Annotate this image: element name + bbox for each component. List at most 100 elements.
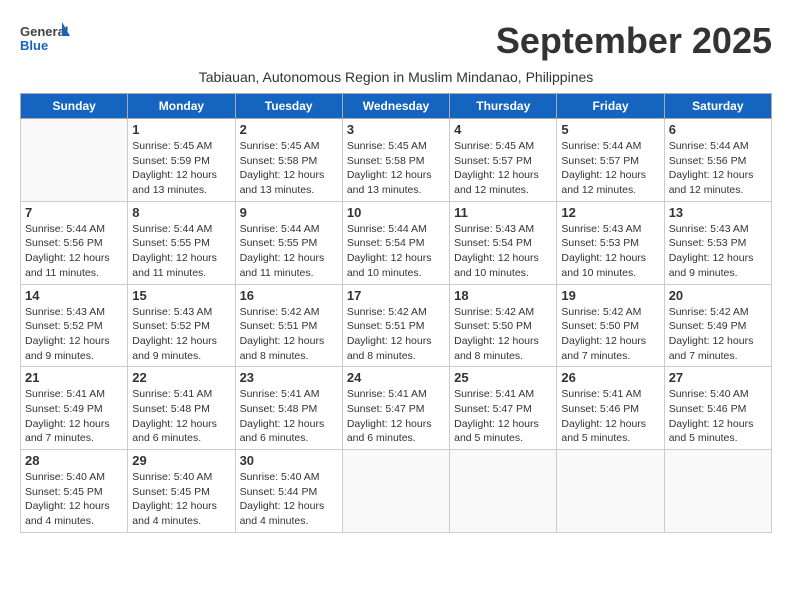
day-info: Sunrise: 5:41 AM Sunset: 5:48 PM Dayligh… — [132, 387, 230, 446]
day-info: Sunrise: 5:44 AM Sunset: 5:54 PM Dayligh… — [347, 222, 445, 281]
day-info: Sunrise: 5:44 AM Sunset: 5:56 PM Dayligh… — [25, 222, 123, 281]
calendar-cell: 1 Sunrise: 5:45 AM Sunset: 5:59 PM Daylig… — [128, 119, 235, 202]
calendar-cell — [664, 450, 771, 533]
weekday-header: Thursday — [450, 94, 557, 119]
calendar-cell: 12 Sunrise: 5:43 AM Sunset: 5:53 PM Dayli… — [557, 201, 664, 284]
day-info: Sunrise: 5:42 AM Sunset: 5:51 PM Dayligh… — [347, 305, 445, 364]
calendar-cell: 29 Sunrise: 5:40 AM Sunset: 5:45 PM Dayli… — [128, 450, 235, 533]
day-number: 21 — [25, 370, 123, 385]
calendar-cell: 20 Sunrise: 5:42 AM Sunset: 5:49 PM Dayli… — [664, 284, 771, 367]
day-info: Sunrise: 5:40 AM Sunset: 5:44 PM Dayligh… — [240, 470, 338, 529]
day-number: 14 — [25, 288, 123, 303]
day-number: 17 — [347, 288, 445, 303]
calendar-header-row: SundayMondayTuesdayWednesdayThursdayFrid… — [21, 94, 772, 119]
day-info: Sunrise: 5:45 AM Sunset: 5:57 PM Dayligh… — [454, 139, 552, 198]
day-number: 11 — [454, 205, 552, 220]
day-info: Sunrise: 5:41 AM Sunset: 5:47 PM Dayligh… — [454, 387, 552, 446]
day-info: Sunrise: 5:43 AM Sunset: 5:52 PM Dayligh… — [25, 305, 123, 364]
day-number: 3 — [347, 122, 445, 137]
day-info: Sunrise: 5:41 AM Sunset: 5:47 PM Dayligh… — [347, 387, 445, 446]
calendar-cell: 8Sunrise: 5:44 AM Sunset: 5:55 PM Daylig… — [128, 201, 235, 284]
calendar-cell: 14 Sunrise: 5:43 AM Sunset: 5:52 PM Dayli… — [21, 284, 128, 367]
calendar-cell: 28Sunrise: 5:40 AM Sunset: 5:45 PM Dayli… — [21, 450, 128, 533]
day-number: 20 — [669, 288, 767, 303]
day-number: 7 — [25, 205, 123, 220]
day-number: 6 — [669, 122, 767, 137]
subtitle: Tabiauan, Autonomous Region in Muslim Mi… — [20, 69, 772, 85]
calendar-cell: 24 Sunrise: 5:41 AM Sunset: 5:47 PM Dayli… — [342, 367, 449, 450]
calendar-cell: 25Sunrise: 5:41 AM Sunset: 5:47 PM Dayli… — [450, 367, 557, 450]
day-info: Sunrise: 5:42 AM Sunset: 5:50 PM Dayligh… — [561, 305, 659, 364]
day-info: Sunrise: 5:43 AM Sunset: 5:53 PM Dayligh… — [669, 222, 767, 281]
day-info: Sunrise: 5:43 AM Sunset: 5:52 PM Dayligh… — [132, 305, 230, 364]
day-info: Sunrise: 5:40 AM Sunset: 5:45 PM Dayligh… — [132, 470, 230, 529]
day-info: Sunrise: 5:43 AM Sunset: 5:54 PM Dayligh… — [454, 222, 552, 281]
weekday-header: Friday — [557, 94, 664, 119]
calendar-table: SundayMondayTuesdayWednesdayThursdayFrid… — [20, 93, 772, 533]
calendar-cell: 13Sunrise: 5:43 AM Sunset: 5:53 PM Dayli… — [664, 201, 771, 284]
calendar-cell: 5 Sunrise: 5:44 AM Sunset: 5:57 PM Daylig… — [557, 119, 664, 202]
day-number: 22 — [132, 370, 230, 385]
calendar-cell: 3 Sunrise: 5:45 AM Sunset: 5:58 PM Daylig… — [342, 119, 449, 202]
calendar-week-row: 21Sunrise: 5:41 AM Sunset: 5:49 PM Dayli… — [21, 367, 772, 450]
day-number: 16 — [240, 288, 338, 303]
weekday-header: Saturday — [664, 94, 771, 119]
calendar-cell — [21, 119, 128, 202]
calendar-cell: 6 Sunrise: 5:44 AM Sunset: 5:56 PM Daylig… — [664, 119, 771, 202]
weekday-header: Wednesday — [342, 94, 449, 119]
day-info: Sunrise: 5:41 AM Sunset: 5:48 PM Dayligh… — [240, 387, 338, 446]
calendar-cell: 10 Sunrise: 5:44 AM Sunset: 5:54 PM Dayli… — [342, 201, 449, 284]
day-number: 5 — [561, 122, 659, 137]
calendar-cell — [450, 450, 557, 533]
day-number: 30 — [240, 453, 338, 468]
day-info: Sunrise: 5:44 AM Sunset: 5:56 PM Dayligh… — [669, 139, 767, 198]
day-number: 24 — [347, 370, 445, 385]
calendar-cell: 16 Sunrise: 5:42 AM Sunset: 5:51 PM Dayli… — [235, 284, 342, 367]
calendar-cell: 27 Sunrise: 5:40 AM Sunset: 5:46 PM Dayli… — [664, 367, 771, 450]
day-number: 28 — [25, 453, 123, 468]
calendar-cell: 11 Sunrise: 5:43 AM Sunset: 5:54 PM Dayli… — [450, 201, 557, 284]
day-number: 15 — [132, 288, 230, 303]
logo-svg: General Blue — [20, 20, 70, 65]
day-number: 27 — [669, 370, 767, 385]
calendar-cell: 30 Sunrise: 5:40 AM Sunset: 5:44 PM Dayli… — [235, 450, 342, 533]
calendar-cell: 15 Sunrise: 5:43 AM Sunset: 5:52 PM Dayli… — [128, 284, 235, 367]
svg-text:Blue: Blue — [20, 38, 48, 53]
calendar-cell — [342, 450, 449, 533]
day-number: 9 — [240, 205, 338, 220]
calendar-cell: 2 Sunrise: 5:45 AM Sunset: 5:58 PM Daylig… — [235, 119, 342, 202]
day-info: Sunrise: 5:40 AM Sunset: 5:46 PM Dayligh… — [669, 387, 767, 446]
calendar-cell: 23 Sunrise: 5:41 AM Sunset: 5:48 PM Dayli… — [235, 367, 342, 450]
day-number: 18 — [454, 288, 552, 303]
day-info: Sunrise: 5:42 AM Sunset: 5:49 PM Dayligh… — [669, 305, 767, 364]
calendar-cell — [557, 450, 664, 533]
day-info: Sunrise: 5:45 AM Sunset: 5:58 PM Dayligh… — [240, 139, 338, 198]
calendar-cell: 21Sunrise: 5:41 AM Sunset: 5:49 PM Dayli… — [21, 367, 128, 450]
day-number: 1 — [132, 122, 230, 137]
month-title: September 2025 — [496, 20, 772, 62]
day-info: Sunrise: 5:43 AM Sunset: 5:53 PM Dayligh… — [561, 222, 659, 281]
weekday-header: Sunday — [21, 94, 128, 119]
calendar-week-row: 7 Sunrise: 5:44 AM Sunset: 5:56 PM Daylig… — [21, 201, 772, 284]
calendar-week-row: 14 Sunrise: 5:43 AM Sunset: 5:52 PM Dayli… — [21, 284, 772, 367]
day-number: 8 — [132, 205, 230, 220]
day-number: 19 — [561, 288, 659, 303]
weekday-header: Monday — [128, 94, 235, 119]
calendar-cell: 18 Sunrise: 5:42 AM Sunset: 5:50 PM Dayli… — [450, 284, 557, 367]
day-info: Sunrise: 5:45 AM Sunset: 5:59 PM Dayligh… — [132, 139, 230, 198]
day-number: 12 — [561, 205, 659, 220]
calendar-cell: 26Sunrise: 5:41 AM Sunset: 5:46 PM Dayli… — [557, 367, 664, 450]
day-number: 10 — [347, 205, 445, 220]
calendar-week-row: 1 Sunrise: 5:45 AM Sunset: 5:59 PM Daylig… — [21, 119, 772, 202]
day-info: Sunrise: 5:44 AM Sunset: 5:57 PM Dayligh… — [561, 139, 659, 198]
day-number: 2 — [240, 122, 338, 137]
logo: General Blue — [20, 20, 74, 65]
calendar-cell: 17 Sunrise: 5:42 AM Sunset: 5:51 PM Dayli… — [342, 284, 449, 367]
day-info: Sunrise: 5:42 AM Sunset: 5:51 PM Dayligh… — [240, 305, 338, 364]
day-info: Sunrise: 5:42 AM Sunset: 5:50 PM Dayligh… — [454, 305, 552, 364]
day-info: Sunrise: 5:45 AM Sunset: 5:58 PM Dayligh… — [347, 139, 445, 198]
day-info: Sunrise: 5:44 AM Sunset: 5:55 PM Dayligh… — [240, 222, 338, 281]
day-number: 23 — [240, 370, 338, 385]
calendar-cell: 9 Sunrise: 5:44 AM Sunset: 5:55 PM Daylig… — [235, 201, 342, 284]
day-number: 29 — [132, 453, 230, 468]
